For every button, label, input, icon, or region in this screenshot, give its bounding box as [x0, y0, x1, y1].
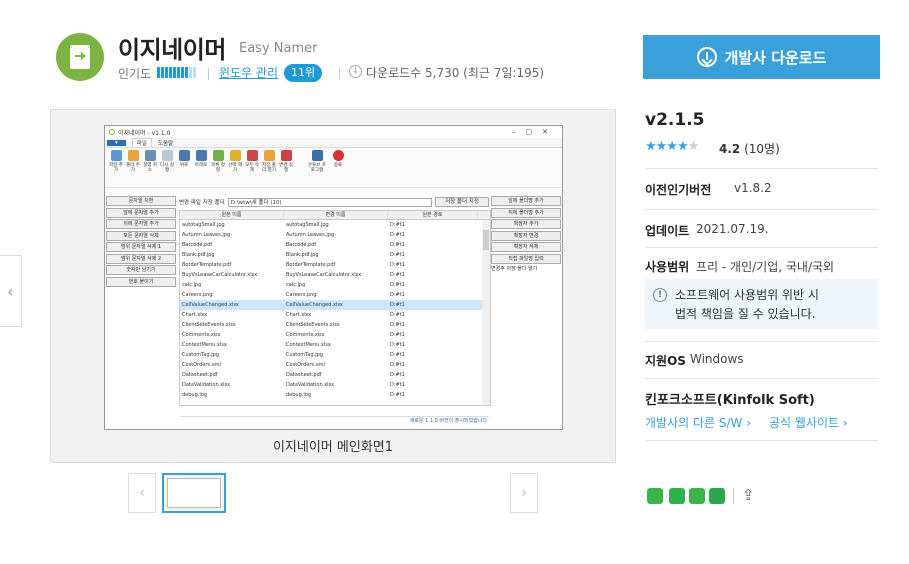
ribbon-item: 모두 삭제: [245, 150, 259, 185]
os-value: Windows: [690, 352, 744, 366]
rating-value: 4.2 (10명): [719, 142, 780, 156]
file-grid: 원본 이름 변경 이름 원본 경로 autotagSmall.jpg autotagS…: [179, 210, 491, 406]
menu-bar: ▾ 파일 도움말: [105, 138, 562, 148]
window-controls: –▢✕: [512, 128, 558, 136]
grid-scrollbar: [482, 220, 490, 405]
table-row: DataValidation.xlsx DataValidation.xlsx D:…: [182, 382, 405, 388]
table-row: Careers.png Careers.png D:#t1: [182, 292, 405, 298]
ribbon-item: 실행 취소: [143, 150, 157, 185]
menu-file: 파일: [131, 138, 152, 147]
download-icon: [696, 47, 717, 67]
divider: [645, 378, 878, 379]
table-row: ContextMenu.xlsx ContextMenu.xlsx D:#t1: [182, 342, 405, 348]
menu-dropdown: ▾: [107, 139, 126, 146]
app-subtitle: Easy Namer: [239, 41, 318, 56]
developer-name: 킨포크소프트(Kinfolk Soft): [645, 393, 815, 408]
ribbon-item: 종료: [331, 150, 345, 185]
popularity-label: 인기도: [118, 66, 152, 81]
table-row: calc.jpg calc.jpg D:#t1: [182, 282, 405, 288]
ribbon-item: 아래로: [194, 150, 208, 185]
divider: [645, 247, 878, 248]
thumbnail-1[interactable]: [162, 473, 226, 513]
license-notice: ! 소프트웨어 사용범위 위반 시 법적 책임을 질 수 있습니다.: [645, 279, 878, 329]
table-row: Barcode.pdf Barcode.pdf D:#t1: [182, 242, 405, 248]
thumbnail-next-button[interactable]: ›: [510, 473, 538, 513]
update-status: 새로운 1.1.0 버전이 출시되었습니다: [179, 416, 489, 426]
ribbon-item: 유튜브 프로그램: [306, 150, 328, 185]
rating-stars: ★★★★★: [645, 139, 699, 154]
save-path-button: 저장 폴더 지정: [435, 197, 489, 207]
developer-download-button[interactable]: 개발사 다운로드: [643, 35, 880, 79]
screenshot-caption: 이지네이머 메인화면1: [272, 440, 394, 455]
left-button-panel: 문자열 치환 앞에 문자열 추가 뒤에 문자열 추가 모든 문자열 삭제 범위 문자열 …: [106, 196, 176, 288]
divider: [339, 68, 340, 80]
table-row: Datasheet.pdf Datasheet.pdf D:#t1: [182, 372, 405, 378]
table-row: autotagSmall.jpg autotagSmall.jpg D:#t1: [182, 222, 405, 228]
developer-links: 개발사의 다른 S/W › 공식 웹사이트 ›: [645, 414, 848, 431]
share-icon[interactable]: ⇪: [742, 486, 755, 504]
ribbon: 파일 추가 폴더 추가 실행 취소 다시 실행 위로 아래로 목록 정렬 선택 …: [105, 148, 562, 188]
thumbnail-prev-button[interactable]: ‹: [128, 473, 156, 513]
memo-share-icon[interactable]: [709, 488, 725, 504]
official-website-link[interactable]: 공식 웹사이트 ›: [769, 414, 848, 431]
table-row: BuyVsLeaseCarCalculator.xlsx BuyVsLeaseCa…: [182, 272, 405, 278]
app-title: 이지네이머: [118, 36, 226, 64]
save-path-input: D:\wtw\새 폴더 (10): [227, 197, 432, 207]
divider: [645, 209, 878, 210]
download-button-label: 개발사 다운로드: [724, 48, 827, 67]
table-row: BorderTemplate.pdf BorderTemplate.pdf D:#t…: [182, 262, 405, 268]
ribbon-item: 위로: [177, 150, 191, 185]
save-path-row: 변경 파일 저장 폴더 D:\wtw\새 폴더 (10) 저장 폴더 지정: [179, 197, 489, 207]
table-row: CustOrders.xml CustOrders.xml D:#t1: [182, 362, 405, 368]
divider: [208, 68, 209, 80]
app-icon: [56, 33, 104, 81]
rank-badge: 11위: [284, 64, 323, 82]
developer-other-software-link[interactable]: 개발사의 다른 S/W ›: [645, 414, 751, 431]
prev-version-label: 이전인기버전: [645, 183, 712, 197]
right-button-panel: 앞에 폴더명 추가 뒤에 폴더명 추가 확장자 추가 확장자 변경 확장자 삭제 직접 파…: [491, 196, 561, 277]
divider: [733, 488, 734, 504]
app-logo-icon: [109, 129, 115, 135]
table-row: debug.log debug.log D:#t1: [182, 392, 405, 398]
window-title: 이지네이머 - v1.1.0: [118, 129, 171, 137]
download-count-icon: ↓: [349, 65, 362, 78]
os-label: 지원OS: [645, 354, 686, 368]
prev-screenshot-arrow[interactable]: ‹: [0, 255, 22, 327]
version: v2.1.5: [645, 110, 705, 130]
blog-share-icon[interactable]: [647, 488, 663, 504]
update-value: 2021.07.19.: [696, 222, 769, 236]
divider: [645, 440, 878, 441]
ribbon-item: 목록 정렬: [211, 150, 225, 185]
divider: [645, 341, 878, 342]
update-label: 업데이트: [645, 224, 690, 238]
ribbon-item: 변경 실행: [279, 150, 293, 185]
download-count: 다운로드수 5,730 (최근 7일:195): [366, 66, 545, 80]
table-row: CellValueChanged.xlsx CellValueChanged.xl…: [180, 300, 490, 310]
popularity-bar: [157, 67, 196, 78]
table-row: CustomTag.jpg CustomTag.jpg D:#t1: [182, 352, 405, 358]
divider: [645, 168, 878, 169]
category-link[interactable]: 윈도우 관리: [219, 64, 278, 81]
ribbon-item: 저장 폴더 열기: [262, 150, 276, 185]
table-row: ClientSideEvents.xlsx ClientSideEvents.xl…: [182, 322, 405, 328]
table-row: Blank.pdf.jpg Blank.pdf.jpg D:#t1: [182, 252, 405, 258]
band-share-icon[interactable]: [689, 488, 705, 504]
warning-icon: !: [653, 288, 667, 302]
ribbon-item: 폴더 추가: [126, 150, 140, 185]
table-row: Comments.xlsx Comments.xlsx D:#t1: [182, 332, 405, 338]
app-window-screenshot: 이지네이머 - v1.1.0 –▢✕ ▾ 파일 도움말 파일 추가 폴더 추가 …: [104, 125, 563, 430]
prev-version-value: v1.8.2: [734, 181, 772, 195]
cafe-share-icon[interactable]: [669, 488, 685, 504]
ribbon-item: 선택 제거: [228, 150, 242, 185]
table-row: Autumn Leaves.jpg Autumn Leaves.jpg D:#t1: [182, 232, 405, 238]
license-label: 사용범위: [645, 260, 690, 274]
menu-help: 도움말: [157, 140, 174, 147]
ribbon-item: 다시 실행: [160, 150, 174, 185]
table-row: Chart.xlsx Chart.xlsx D:#t1: [182, 312, 405, 318]
ribbon-item: 파일 추가: [109, 150, 123, 185]
license-value: 프리 - 개인/기업, 국내/국외: [696, 260, 835, 274]
